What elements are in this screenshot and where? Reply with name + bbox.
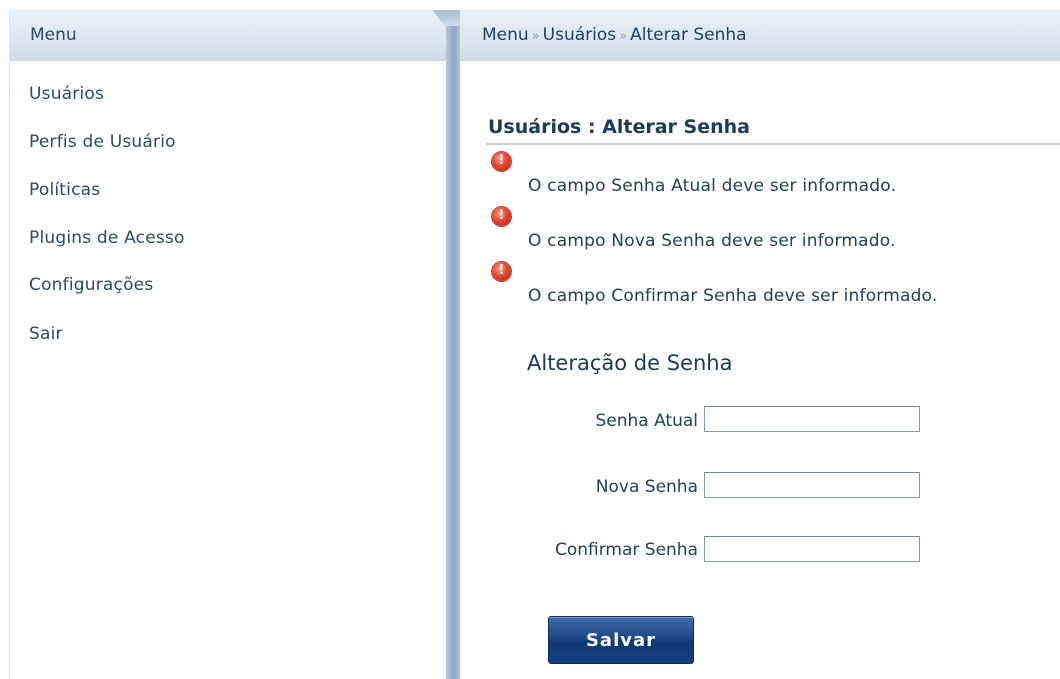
error-message-nova-senha: O campo Nova Senha deve ser informado. — [528, 231, 896, 251]
sidebar — [10, 61, 446, 679]
panel-splitter[interactable] — [446, 10, 460, 679]
nova-senha-label: Nova Senha — [595, 477, 698, 497]
breadcrumb: Menu» Usuários» Alterar Senha — [482, 25, 747, 45]
breadcrumb-usuarios-link[interactable]: Usuários — [543, 25, 616, 45]
sidebar-item-politicas[interactable]: Políticas — [29, 180, 100, 200]
error-icon — [492, 207, 511, 226]
error-icon — [492, 152, 511, 171]
breadcrumb-separator: » — [619, 29, 628, 44]
page-title: Usuários : Alterar Senha — [488, 116, 750, 138]
error-icon — [492, 262, 511, 281]
senha-atual-label: Senha Atual — [595, 411, 698, 431]
sidebar-item-plugins-de-acesso[interactable]: Plugins de Acesso — [29, 228, 185, 248]
sidebar-item-usuarios[interactable]: Usuários — [29, 84, 104, 104]
error-message-confirmar-senha: O campo Confirmar Senha deve ser informa… — [528, 286, 938, 306]
error-message-senha-atual: O campo Senha Atual deve ser informado. — [528, 176, 897, 196]
confirmar-senha-input[interactable] — [704, 536, 920, 562]
breadcrumb-menu-link[interactable]: Menu — [482, 25, 529, 45]
confirmar-senha-label: Confirmar Senha — [554, 540, 698, 560]
breadcrumb-current: Alterar Senha — [630, 25, 747, 45]
sidebar-title: Menu — [30, 25, 77, 45]
content-header: Menu» Usuários» Alterar Senha — [460, 10, 1060, 61]
sidebar-header: Menu — [10, 10, 446, 61]
form-title: Alteração de Senha — [527, 351, 733, 375]
sidebar-item-configuracoes[interactable]: Configurações — [29, 275, 153, 295]
sidebar-item-sair[interactable]: Sair — [29, 324, 63, 344]
title-divider — [486, 143, 1060, 145]
senha-atual-input[interactable] — [704, 406, 920, 432]
breadcrumb-separator: » — [531, 29, 540, 44]
save-button[interactable]: Salvar — [548, 616, 694, 664]
nova-senha-input[interactable] — [704, 472, 920, 498]
sidebar-item-perfis-de-usuario[interactable]: Perfis de Usuário — [29, 132, 176, 152]
